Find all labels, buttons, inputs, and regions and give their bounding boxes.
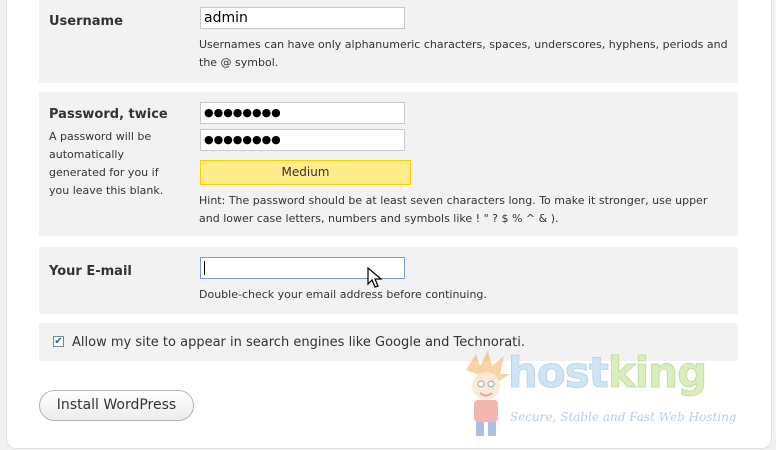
password-input-1[interactable]: ●●●●●●●● [200,102,405,124]
hostking-tagline: Secure, Stable and Fast Web Hosting [510,410,737,424]
text-caret [204,261,205,275]
username-label: Username [49,14,123,29]
password-description: A password will be automatically generat… [49,130,164,197]
password-hint: Hint: The password should be at least se… [199,194,708,225]
email-hint: Double-check your email address before c… [199,288,487,301]
username-input[interactable]: admin [200,7,405,29]
password-strength-indicator: Medium [200,160,411,185]
hostking-logo-text: hostking [508,348,708,398]
hostking-watermark: hostking Secure, Stable and Fast Web Hos… [458,348,768,440]
username-row: Username admin Usernames can have only a… [39,0,738,83]
checkmark-icon: ✔ [54,336,63,347]
install-wordpress-button[interactable]: Install WordPress [39,390,194,421]
password-input-2[interactable]: ●●●●●●●● [200,129,405,151]
privacy-checkbox[interactable]: ✔ [53,336,64,347]
mouse-cursor-icon [367,267,383,288]
email-label: Your E-mail [49,264,132,279]
mascot-icon [466,350,510,436]
password-row: Password, twice A password will be autom… [39,92,738,236]
password-label: Password, twice [49,107,168,122]
email-row: Your E-mail Double-check your email addr… [39,247,738,314]
username-hint: Usernames can have only alphanumeric cha… [199,38,728,69]
